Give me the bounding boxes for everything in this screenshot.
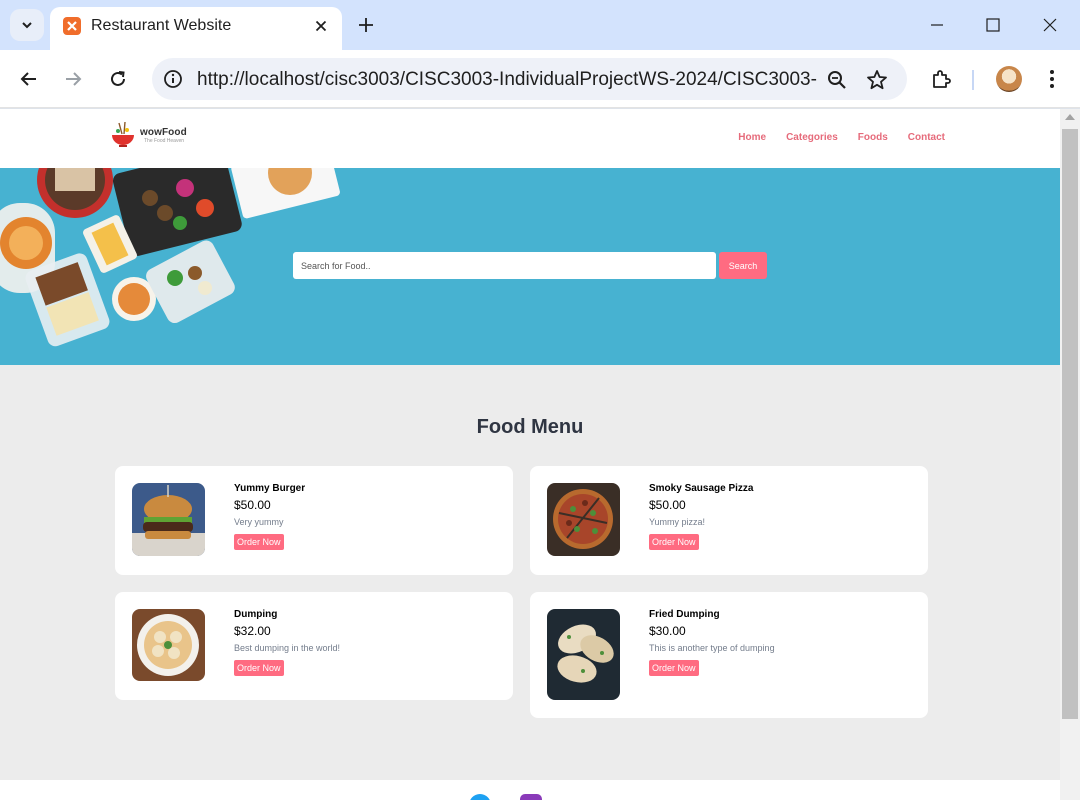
browser-tab[interactable]: Restaurant Website — [50, 7, 342, 50]
forward-button[interactable] — [58, 64, 88, 94]
food-name: Dumping — [234, 609, 278, 620]
bookmark-star-icon[interactable] — [865, 68, 889, 92]
extensions-icon[interactable] — [926, 64, 956, 94]
more-menu-icon[interactable] — [1037, 64, 1067, 94]
browser-toolbar: http://localhost/cisc3003/CISC3003-Indiv… — [0, 50, 1080, 108]
food-card-smoky-sausage-pizza: Smoky Sausage Pizza $50.00 Yummy pizza! … — [530, 466, 928, 575]
food-name: Fried Dumping — [649, 609, 720, 620]
food-card-yummy-burger: Yummy Burger $50.00 Very yummy Order Now — [115, 466, 513, 575]
back-button[interactable] — [14, 64, 44, 94]
food-search-hero: Search — [0, 168, 1060, 365]
address-bar[interactable]: http://localhost/cisc3003/CISC3003-Indiv… — [152, 58, 907, 100]
food-description: Best dumping in the world! — [234, 643, 341, 653]
reload-icon — [111, 71, 125, 86]
maximize-icon — [986, 18, 1000, 32]
page-scrollbar[interactable] — [1060, 109, 1080, 800]
browser-titlebar: Restaurant Website — [0, 0, 1080, 50]
tab-search-button[interactable] — [10, 9, 44, 41]
toolbar-divider — [972, 70, 974, 90]
search-button[interactable]: Search — [719, 252, 767, 279]
scroll-up-arrow-icon[interactable] — [1065, 114, 1075, 120]
food-name: Yummy Burger — [234, 483, 306, 494]
chevron-down-icon — [22, 22, 32, 29]
site-navbar: wowFood The Food Heaven Home Categories … — [0, 109, 1060, 168]
food-menu-title: Food Menu — [476, 416, 584, 438]
fried-dumpling-image — [547, 609, 620, 700]
nav-link-contact[interactable]: Contact — [908, 132, 945, 143]
food-price: $50.00 — [234, 498, 271, 512]
maximize-button[interactable] — [978, 10, 1008, 40]
nav-link-home[interactable]: Home — [738, 132, 766, 143]
xampp-favicon-icon — [63, 17, 81, 35]
food-description: This is another type of dumping — [649, 643, 775, 653]
main-menu: Home Categories Foods Contact — [738, 132, 945, 143]
order-now-button[interactable]: Order Now — [234, 660, 284, 676]
food-price: $30.00 — [649, 624, 686, 638]
pizza-image — [547, 483, 620, 556]
site-info-icon[interactable] — [162, 68, 184, 90]
close-window-button[interactable] — [1035, 10, 1065, 40]
food-name: Smoky Sausage Pizza — [649, 483, 754, 494]
minimize-button[interactable] — [922, 10, 952, 40]
search-input[interactable] — [293, 252, 716, 279]
order-now-button[interactable]: Order Now — [234, 534, 284, 550]
close-tab-icon[interactable] — [312, 17, 330, 35]
nav-link-foods[interactable]: Foods — [858, 132, 888, 143]
instagram-icon — [520, 794, 542, 800]
tab-title: Restaurant Website — [91, 17, 232, 34]
url-text[interactable]: http://localhost/cisc3003/CISC3003-Indiv… — [197, 69, 817, 91]
reload-button[interactable] — [103, 64, 133, 94]
zoom-icon[interactable] — [825, 68, 849, 92]
plus-icon — [359, 18, 373, 32]
minimize-icon — [931, 24, 943, 26]
nav-link-categories[interactable]: Categories — [786, 132, 838, 143]
food-description: Very yummy — [234, 517, 284, 527]
food-description: Yummy pizza! — [649, 517, 706, 527]
order-now-button[interactable]: Order Now — [649, 534, 699, 550]
food-card-dumping: Dumping $32.00 Best dumping in the world… — [115, 592, 513, 700]
burger-image — [132, 483, 205, 556]
dumpling-plate-image — [132, 609, 205, 681]
logo-name: wowFood — [140, 126, 187, 138]
page-viewport: wowFood The Food Heaven Home Categories … — [0, 109, 1060, 800]
logo-tagline: The Food Heaven — [144, 137, 185, 144]
profile-avatar[interactable] — [996, 66, 1022, 92]
food-price: $50.00 — [649, 498, 686, 512]
new-tab-button[interactable] — [354, 13, 378, 37]
arrow-left-icon — [20, 72, 36, 86]
order-now-button[interactable]: Order Now — [649, 660, 699, 676]
food-price: $32.00 — [234, 624, 271, 638]
social-footer-strip — [0, 780, 1060, 800]
food-card-fried-dumping: Fried Dumping $30.00 This is another typ… — [530, 592, 928, 718]
food-bowl-logo-icon — [112, 121, 134, 147]
social-icons — [470, 794, 490, 800]
close-icon — [1043, 18, 1057, 32]
site-logo[interactable]: wowFood The Food Heaven — [110, 121, 187, 149]
scroll-thumb[interactable] — [1062, 129, 1078, 719]
arrow-right-icon — [66, 72, 82, 86]
